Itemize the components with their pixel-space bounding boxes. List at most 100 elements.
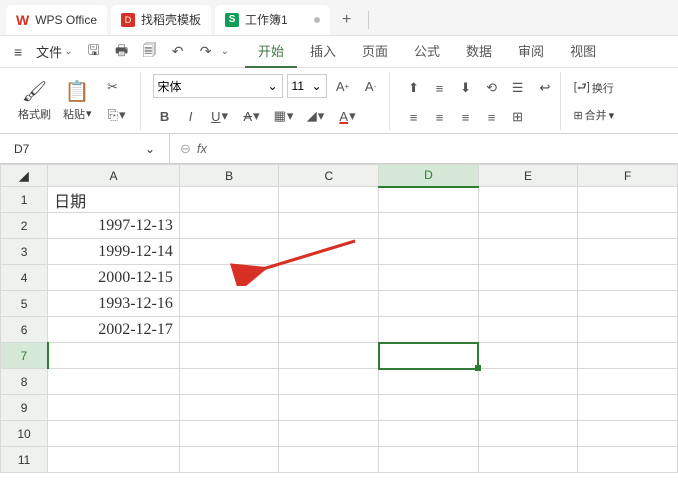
align-bottom-button[interactable]: ⬇ (454, 77, 478, 99)
row-header[interactable]: 1 (1, 187, 48, 213)
italic-button[interactable]: I (179, 105, 203, 127)
cell[interactable] (578, 421, 678, 447)
cell[interactable] (379, 421, 479, 447)
cell[interactable] (478, 265, 578, 291)
select-all-corner[interactable]: ◢ (1, 165, 48, 187)
cell[interactable] (279, 265, 379, 291)
orientation-button[interactable]: ⟲ (480, 77, 504, 99)
border-button[interactable]: ▦▾ (269, 105, 299, 127)
align-left-button[interactable]: ≡ (402, 106, 426, 128)
cell[interactable] (379, 369, 479, 395)
row-header[interactable]: 6 (1, 317, 48, 343)
cell[interactable] (48, 421, 180, 447)
cell[interactable] (379, 187, 479, 213)
cell[interactable] (179, 317, 279, 343)
cell[interactable] (48, 447, 180, 473)
cell[interactable] (179, 239, 279, 265)
cell[interactable] (578, 187, 678, 213)
paste-button[interactable]: 📋 粘贴▾ (59, 78, 96, 124)
cell[interactable] (478, 291, 578, 317)
cell[interactable] (279, 317, 379, 343)
ribbon-tab-data[interactable]: 数据 (453, 35, 505, 68)
align-top-button[interactable]: ⬆ (402, 77, 426, 99)
row-header[interactable]: 11 (1, 447, 48, 473)
cell[interactable]: 2002-12-17 (48, 317, 180, 343)
cell[interactable] (179, 291, 279, 317)
align-right-button[interactable]: ≡ (454, 106, 478, 128)
redo-button[interactable]: ↷ (193, 40, 219, 64)
file-menu[interactable]: 文件 ⌄ (30, 38, 78, 65)
row-header[interactable]: 8 (1, 369, 48, 395)
cell[interactable] (379, 447, 479, 473)
merge-button[interactable]: ⊞合并▾ (573, 107, 614, 123)
tab-wps-office[interactable]: W WPS Office (6, 5, 107, 35)
justify-button[interactable]: ≡ (480, 106, 504, 128)
cell[interactable] (578, 317, 678, 343)
formula-input[interactable] (217, 134, 678, 163)
cell[interactable] (279, 187, 379, 213)
col-header-B[interactable]: B (179, 165, 279, 187)
cell-selected[interactable] (379, 343, 479, 369)
qat-more-icon[interactable]: ⌄ (221, 46, 229, 57)
cell[interactable]: 1997-12-13 (48, 213, 180, 239)
decrease-font-button[interactable]: A- (359, 75, 383, 97)
format-painter-button[interactable]: 🖌 格式刷 (14, 78, 55, 124)
tab-workbook[interactable]: S 工作簿1 (215, 5, 330, 35)
cell[interactable] (578, 395, 678, 421)
copy-button[interactable]: ⎘▾ (100, 103, 134, 127)
name-box[interactable]: D7 ⌄ (0, 134, 170, 163)
cell[interactable] (578, 447, 678, 473)
ribbon-tab-start[interactable]: 开始 (245, 35, 297, 68)
bold-button[interactable]: B (153, 105, 177, 127)
cell[interactable]: 2000-12-15 (48, 265, 180, 291)
underline-button[interactable]: U▾ (205, 105, 235, 127)
cell[interactable] (48, 369, 180, 395)
ribbon-tab-insert[interactable]: 插入 (297, 35, 349, 68)
row-header[interactable]: 2 (1, 213, 48, 239)
col-header-C[interactable]: C (279, 165, 379, 187)
row-header[interactable]: 7 (1, 343, 48, 369)
tab-template[interactable]: D 找稻壳模板 (111, 5, 211, 35)
cell[interactable] (279, 421, 379, 447)
cell[interactable] (578, 213, 678, 239)
cell[interactable] (279, 291, 379, 317)
cell[interactable] (478, 343, 578, 369)
fill-color-button[interactable]: ◢▾ (301, 105, 331, 127)
cell[interactable] (279, 239, 379, 265)
cell[interactable] (179, 369, 279, 395)
cell[interactable] (478, 421, 578, 447)
cell[interactable] (179, 395, 279, 421)
wrap-text-label[interactable]: [⮐]换行 (574, 78, 614, 97)
cell[interactable] (478, 317, 578, 343)
col-header-D[interactable]: D (379, 165, 479, 187)
hamburger-icon[interactable]: ≡ (8, 40, 28, 64)
cell[interactable] (379, 291, 479, 317)
cell[interactable] (179, 421, 279, 447)
cell[interactable] (379, 239, 479, 265)
cell[interactable] (179, 447, 279, 473)
increase-font-button[interactable]: A+ (331, 75, 355, 97)
cell[interactable] (279, 395, 379, 421)
cell[interactable] (578, 369, 678, 395)
cell[interactable] (478, 213, 578, 239)
cell[interactable]: 1993-12-16 (48, 291, 180, 317)
cell[interactable] (279, 213, 379, 239)
row-header[interactable]: 3 (1, 239, 48, 265)
align-center-button[interactable]: ≡ (428, 106, 452, 128)
row-header[interactable]: 9 (1, 395, 48, 421)
cell[interactable] (478, 239, 578, 265)
col-header-F[interactable]: F (578, 165, 678, 187)
cell[interactable] (48, 395, 180, 421)
ribbon-tab-view[interactable]: 视图 (557, 35, 609, 68)
cell[interactable] (279, 343, 379, 369)
font-color-button[interactable]: A▾ (333, 105, 363, 127)
cancel-formula-icon[interactable]: ⊖ (180, 141, 191, 157)
cell[interactable] (478, 187, 578, 213)
cell[interactable] (379, 265, 479, 291)
print-preview-button[interactable]: 🗐 (137, 40, 163, 64)
save-button[interactable]: 🖫 (81, 40, 107, 64)
strikethrough-button[interactable]: A▾ (237, 105, 267, 127)
cell[interactable] (379, 213, 479, 239)
ribbon-tab-page[interactable]: 页面 (349, 35, 401, 68)
add-tab-button[interactable]: + (334, 7, 360, 33)
